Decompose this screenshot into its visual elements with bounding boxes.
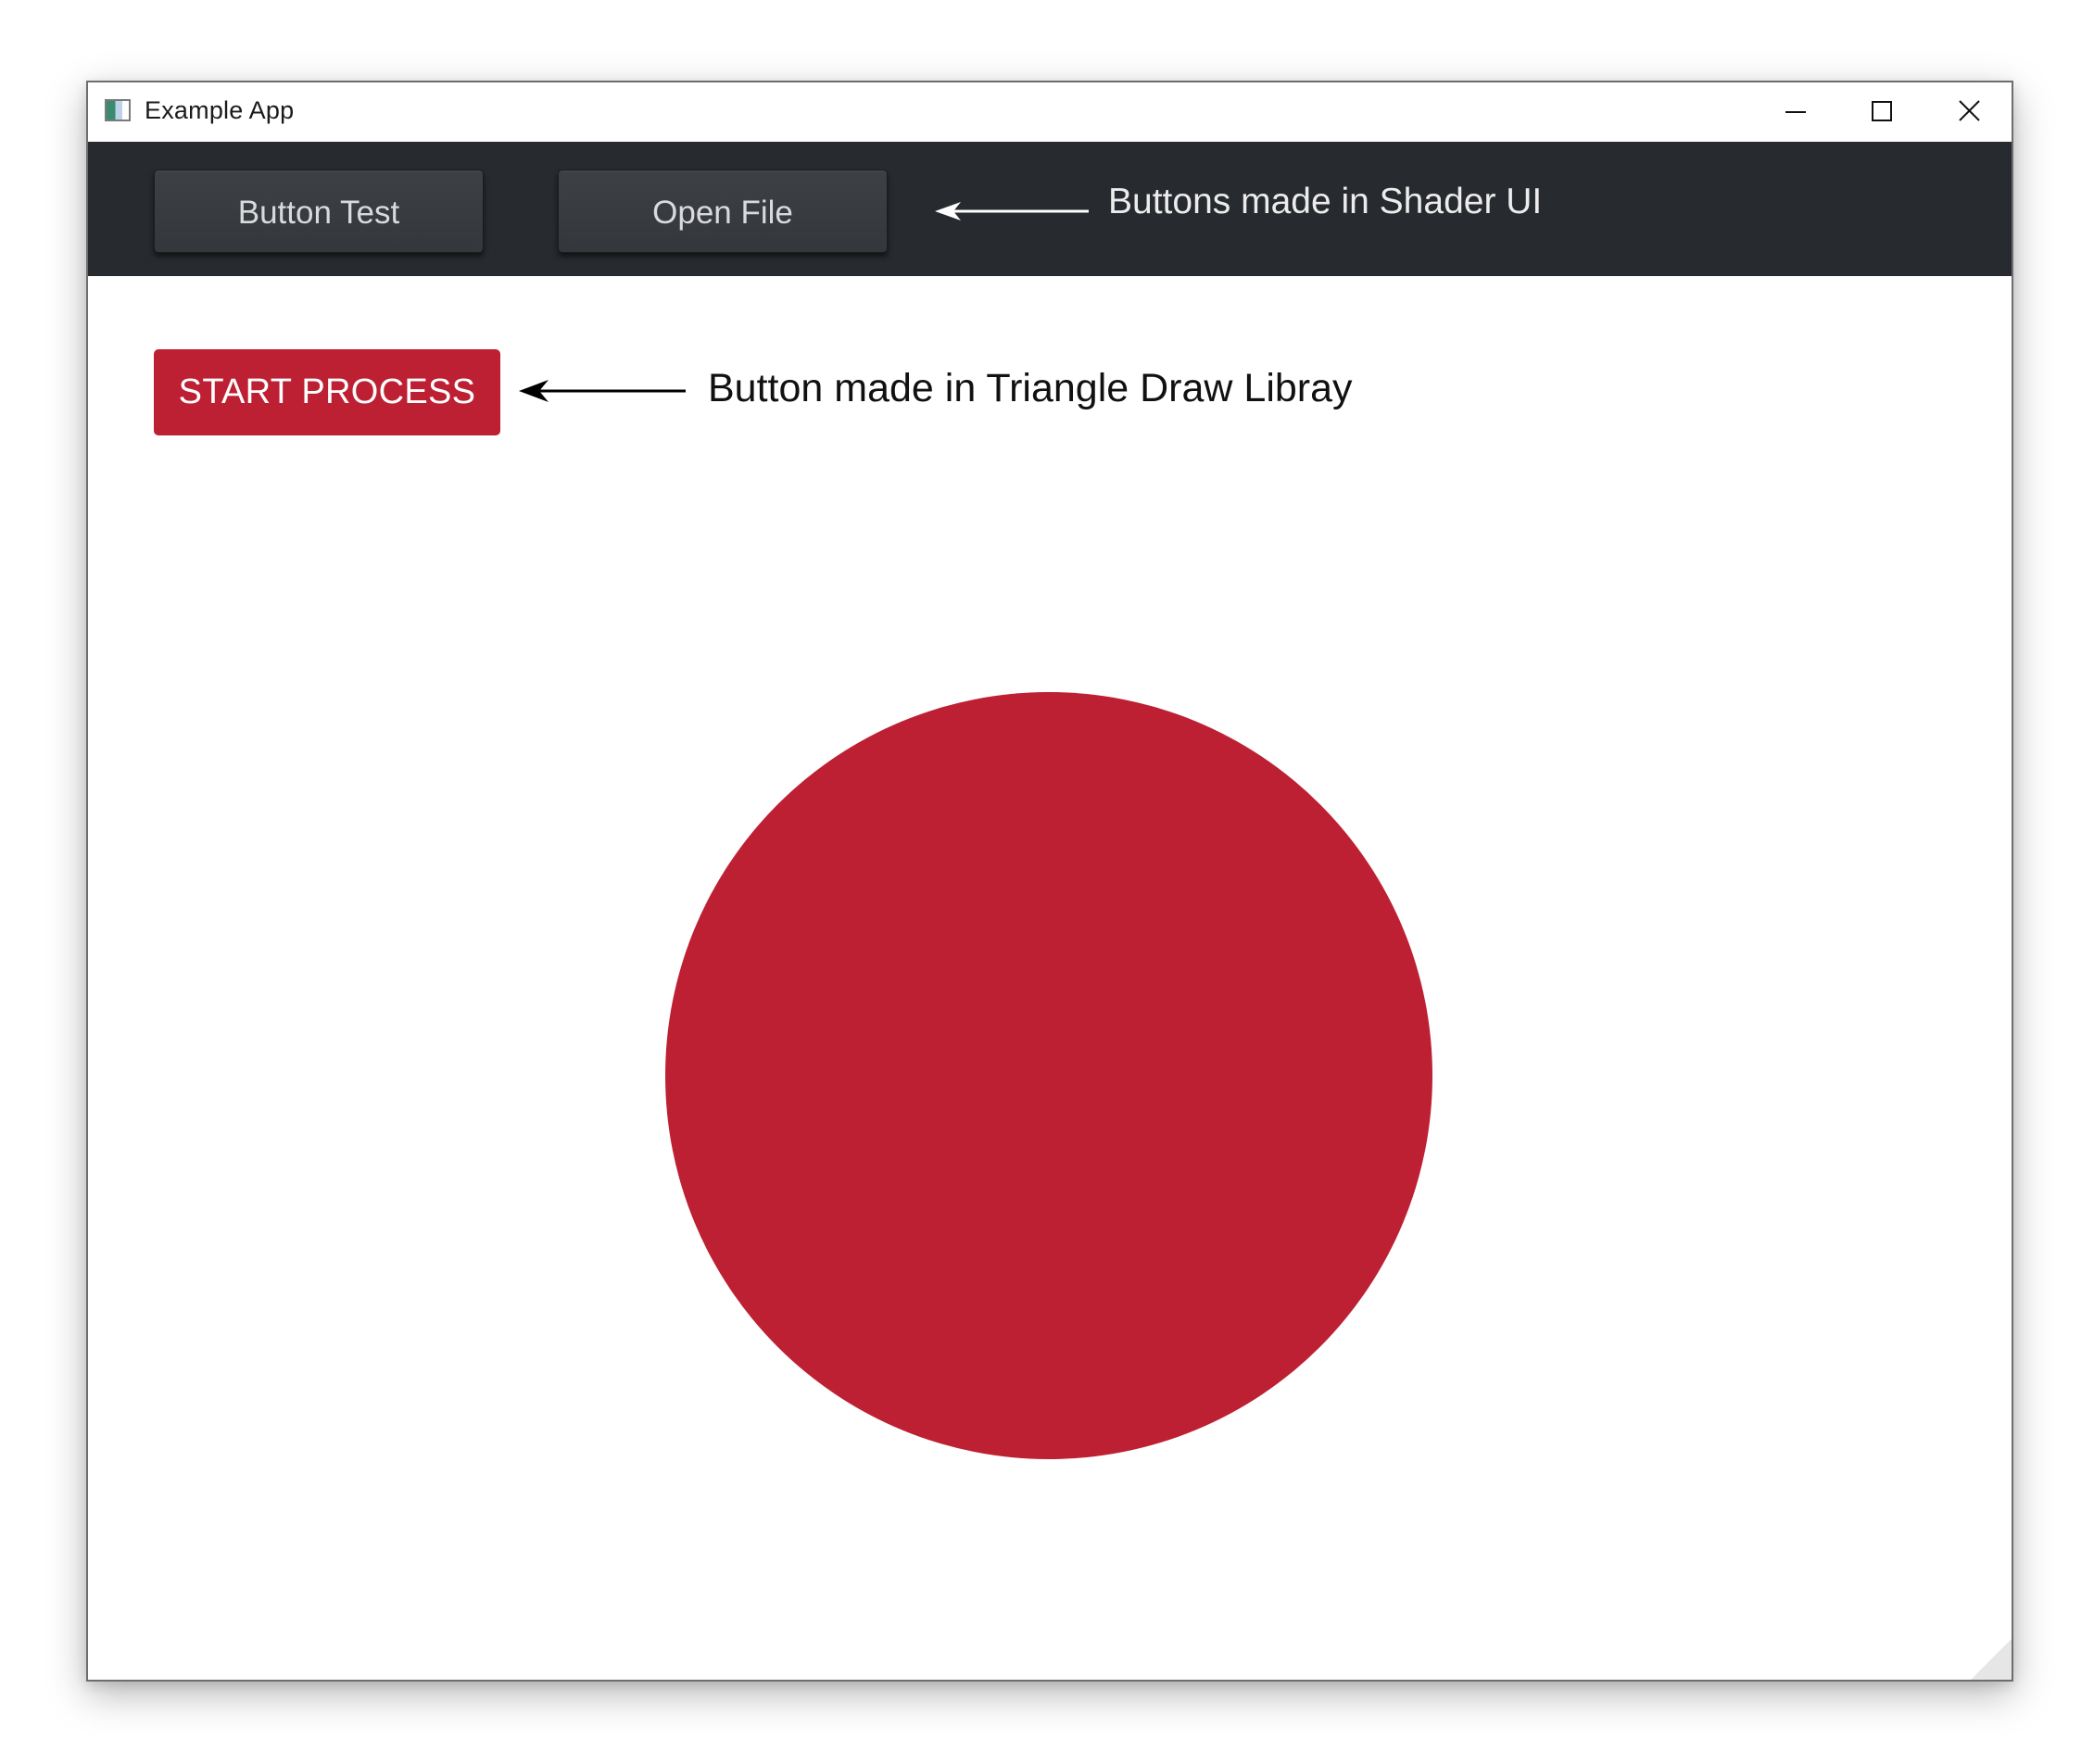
resize-grip-icon[interactable] bbox=[1971, 1639, 2012, 1680]
arrow-left-icon bbox=[519, 380, 686, 402]
red-circle-shape bbox=[665, 692, 1432, 1459]
app-window: Example App Button Test Open File Button… bbox=[86, 81, 2013, 1682]
button-test-button[interactable]: Button Test bbox=[154, 170, 484, 253]
minimize-button[interactable] bbox=[1752, 82, 1837, 140]
close-button[interactable] bbox=[1926, 82, 2012, 140]
close-icon bbox=[1959, 100, 1980, 121]
shader-ui-toolbar: Button Test Open File Buttons made in Sh… bbox=[88, 142, 2012, 276]
maximize-icon bbox=[1872, 101, 1892, 121]
open-file-button[interactable]: Open File bbox=[558, 170, 888, 253]
window-title: Example App bbox=[145, 96, 295, 124]
arrow-left-icon bbox=[935, 202, 1089, 220]
app-window-icon bbox=[105, 99, 131, 121]
triangle-draw-annotation: Button made in Triangle Draw Libray bbox=[708, 366, 1353, 410]
start-process-button[interactable]: START PROCESS bbox=[154, 349, 500, 435]
maximize-button[interactable] bbox=[1839, 82, 1924, 140]
minimize-icon bbox=[1785, 111, 1806, 113]
title-bar[interactable]: Example App bbox=[88, 82, 2012, 142]
shader-ui-annotation: Buttons made in Shader UI bbox=[1108, 182, 1543, 221]
